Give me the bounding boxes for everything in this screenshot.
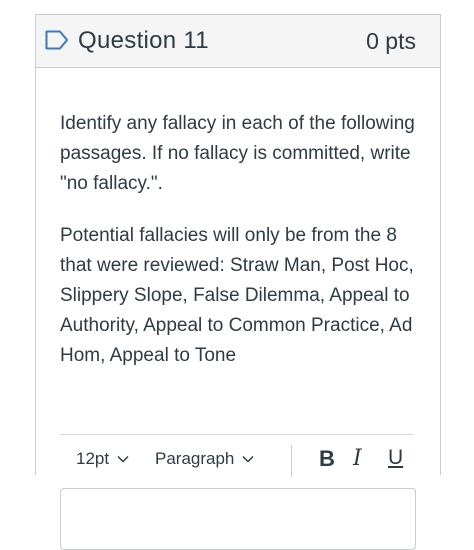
toolbar-divider xyxy=(291,445,292,477)
editor-toolbar: 12pt Paragraph B I U xyxy=(60,434,414,485)
block-format-dropdown[interactable]: Paragraph xyxy=(155,449,254,469)
font-size-value: 12pt xyxy=(76,449,110,468)
question-title: Question 11 xyxy=(78,27,209,54)
block-format-value: Paragraph xyxy=(155,449,235,468)
question-card: Question 11 0 pts Identify any fallacy i… xyxy=(35,14,441,550)
font-size-dropdown[interactable]: 12pt xyxy=(76,449,129,469)
underline-button[interactable]: U xyxy=(388,446,403,470)
bookmark-flag-icon[interactable] xyxy=(45,30,69,50)
italic-button[interactable]: I xyxy=(353,446,362,471)
question-instructions: Identify any fallacy in each of the foll… xyxy=(60,113,415,194)
question-header: Question 11 0 pts xyxy=(36,15,440,68)
bold-button[interactable]: B xyxy=(319,446,335,472)
question-points: 0 pts xyxy=(366,28,416,54)
answer-text-editor[interactable] xyxy=(60,488,416,550)
question-fallacy-list: Potential fallacies will only be from th… xyxy=(60,225,414,366)
